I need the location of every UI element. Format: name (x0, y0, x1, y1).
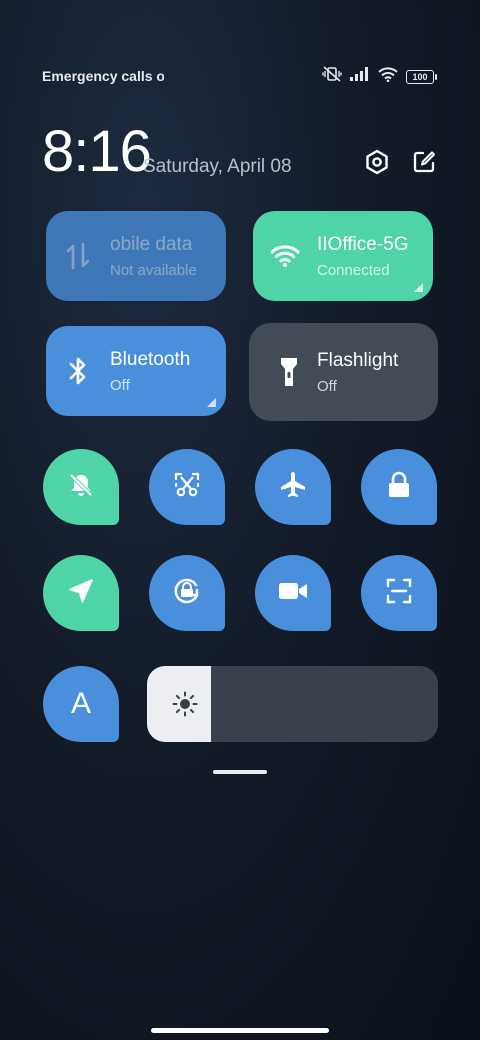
sun-icon (171, 690, 199, 718)
flashlight-status: Off (317, 377, 337, 395)
flashlight-title: Flashlight (317, 349, 399, 371)
bluetooth-tile[interactable]: Bluetooth Off (46, 326, 226, 416)
bluetooth-status: Off (110, 376, 130, 394)
wifi-status: Connected (317, 261, 390, 279)
rotate-lock-icon (170, 574, 204, 613)
video-camera-icon (278, 580, 308, 607)
airplane-icon (278, 470, 308, 505)
scanner-toggle[interactable] (361, 555, 437, 631)
clock-date[interactable]: Saturday, April 08 (143, 156, 292, 178)
status-carrier-text: Emergency calls o (42, 68, 164, 84)
wifi-icon (253, 244, 317, 268)
wifi-network-name: IIOffice-5G (317, 233, 409, 255)
panel-drag-handle[interactable] (213, 770, 267, 774)
bluetooth-expand-indicator[interactable] (207, 398, 216, 407)
lock-icon (387, 471, 411, 504)
gesture-navigation-bar[interactable] (151, 1028, 329, 1033)
screen-recorder-toggle[interactable] (255, 555, 331, 631)
scan-icon (385, 577, 413, 610)
status-icons: 100 (322, 66, 437, 87)
mobile-data-icon (46, 242, 110, 270)
mobile-data-subtitle: Not available (110, 261, 197, 279)
mute-vibrate-icon (322, 66, 342, 87)
settings-icon (364, 149, 390, 180)
edit-icon (412, 150, 436, 179)
bell-off-icon (67, 471, 95, 504)
bluetooth-icon (46, 356, 110, 386)
clock-time: 8:16 (42, 119, 152, 184)
wifi-tile[interactable]: IIOffice-5G Connected (253, 211, 433, 301)
font-a-icon: A (70, 687, 91, 720)
edit-button[interactable] (410, 150, 438, 178)
wifi-expand-indicator[interactable] (414, 283, 423, 292)
mobile-data-title: obile data (110, 233, 193, 255)
flashlight-tile[interactable]: Flashlight Off (249, 323, 438, 421)
location-arrow-icon (68, 578, 94, 609)
mobile-data-tile[interactable]: obile data Not available (46, 211, 226, 301)
battery-icon: 100 (406, 69, 437, 84)
bluetooth-title: Bluetooth (110, 348, 191, 370)
scissors-icon (173, 471, 201, 504)
wifi-status-icon (378, 66, 398, 87)
airplane-mode-toggle[interactable] (255, 449, 331, 525)
settings-button[interactable] (363, 149, 391, 180)
screenshot-toggle[interactable] (149, 449, 225, 525)
location-toggle[interactable] (43, 555, 119, 631)
auto-rotate-toggle[interactable] (149, 555, 225, 631)
lock-screen-toggle[interactable] (361, 449, 437, 525)
signal-icon (350, 67, 370, 86)
font-toggle[interactable]: A (43, 666, 119, 742)
mute-toggle[interactable] (43, 449, 119, 525)
brightness-slider[interactable] (147, 666, 438, 742)
